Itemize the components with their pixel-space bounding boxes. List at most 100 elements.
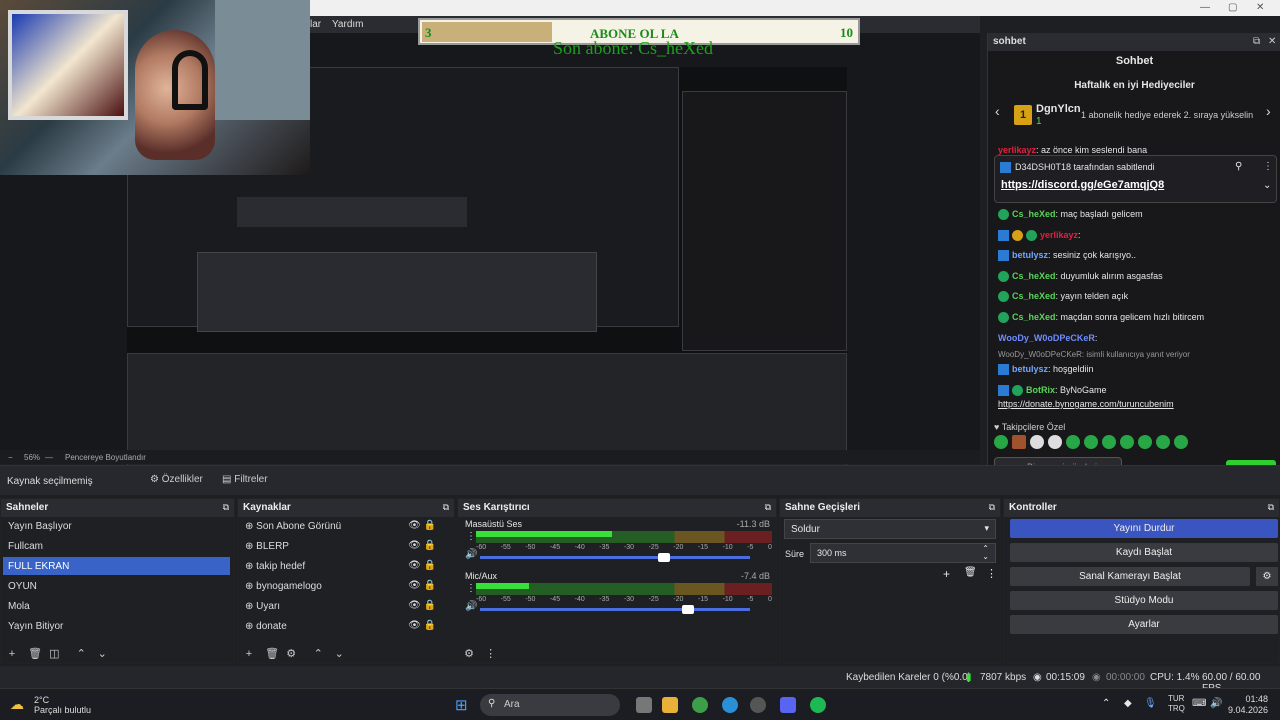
close-icon[interactable]: ✕ bbox=[1268, 36, 1276, 47]
chat-message: Cs_heXed: yayın telden açık bbox=[998, 291, 1128, 303]
move-up-icon[interactable]: ⌃ bbox=[76, 647, 86, 660]
scene-item[interactable]: Yayın Bitiyor bbox=[3, 617, 230, 635]
dock-menu-icon[interactable]: ⧉ bbox=[223, 502, 229, 513]
close-icon[interactable]: ✕ bbox=[1256, 2, 1264, 13]
source-item[interactable]: ⊕ bynogamelogo 👁 🔒 bbox=[240, 577, 450, 595]
chrome-icon[interactable] bbox=[692, 697, 708, 713]
dropped-frames: Kaybedilen Kareler 0 (%0.0) bbox=[846, 672, 972, 683]
minimize-icon[interactable]: — bbox=[1200, 2, 1210, 13]
studio-mode-button[interactable]: Stüdyo Modu bbox=[1010, 591, 1278, 610]
volume-knob[interactable] bbox=[657, 553, 670, 562]
scene-item[interactable]: Yayın Başlıyor bbox=[3, 517, 230, 535]
scene-item[interactable]: Fullcam bbox=[3, 537, 230, 555]
mixer-settings-icon[interactable]: ⚙ bbox=[464, 647, 474, 660]
obs-icon[interactable] bbox=[750, 697, 766, 713]
scene-item[interactable]: OYUN bbox=[3, 577, 230, 595]
chevron-right-icon[interactable]: › bbox=[1266, 103, 1271, 119]
tray-chevron-icon[interactable]: ⌃ bbox=[1102, 698, 1110, 709]
start-icon[interactable]: ⊞ bbox=[455, 696, 468, 714]
eye-icon[interactable]: 👁 🔒 bbox=[408, 540, 436, 551]
dock-menu-icon[interactable]: ⧉ bbox=[989, 502, 995, 513]
move-down-icon[interactable]: ⌄ bbox=[334, 647, 344, 660]
task-view-icon[interactable] bbox=[636, 697, 652, 713]
transition-select[interactable]: Soldur ▾ bbox=[784, 519, 996, 539]
source-item[interactable]: ⊕ Uyarı 👁 🔒 bbox=[240, 597, 450, 615]
volume-knob[interactable] bbox=[681, 605, 694, 614]
channel-menu-icon[interactable]: ⋮ bbox=[466, 583, 476, 594]
eye-icon[interactable]: 👁 🔒 bbox=[408, 600, 436, 611]
source-item[interactable]: ⊕ takip hedef 👁 🔒 bbox=[240, 557, 450, 575]
badge-icon bbox=[1000, 162, 1011, 173]
file-explorer-icon[interactable] bbox=[662, 697, 678, 713]
trash-icon[interactable]: 🗑 bbox=[964, 567, 977, 578]
start-virtual-camera-button[interactable]: Sanal Kamerayı Başlat bbox=[1010, 567, 1250, 586]
channel-menu-icon[interactable]: ⋮ bbox=[466, 531, 476, 542]
add-icon[interactable]: + bbox=[244, 648, 254, 660]
speaker-icon[interactable]: 🔊 bbox=[465, 601, 477, 612]
volume-icon[interactable]: 🔊 bbox=[1210, 698, 1222, 709]
scene-item-active[interactable]: FULL EKRAN bbox=[3, 557, 230, 575]
fit-to-window[interactable]: Pencereye Boyutlandır bbox=[65, 453, 146, 462]
gear-icon[interactable]: ⚙ bbox=[1256, 567, 1278, 586]
more-icon[interactable]: ⋮ bbox=[485, 647, 496, 660]
network-icon[interactable]: ⌨ bbox=[1192, 698, 1206, 709]
duration-input[interactable]: 300 ms ⌃ ⌄ bbox=[810, 543, 996, 563]
edge-icon[interactable] bbox=[722, 697, 738, 713]
maximize-icon[interactable]: ▢ bbox=[1228, 2, 1237, 13]
chevron-down-icon[interactable]: ⌄ bbox=[1263, 180, 1271, 191]
move-up-icon[interactable]: ⌃ bbox=[313, 647, 323, 660]
scene-item[interactable]: Mola bbox=[3, 597, 230, 615]
menu-item-help[interactable]: Yardım bbox=[332, 19, 364, 30]
source-item[interactable]: ⊕ donate 👁 🔒 bbox=[240, 617, 450, 635]
chat-message: betulysz: hoşgeldiin bbox=[998, 364, 1094, 376]
trash-icon[interactable]: 🗑 bbox=[28, 647, 42, 660]
tray-app-icon[interactable]: ◆ bbox=[1124, 698, 1132, 709]
last-subscriber-text: Son abone: Cs_heXed bbox=[553, 38, 713, 58]
eye-icon[interactable]: 👁 🔒 bbox=[408, 560, 436, 571]
rank-badge: 1 bbox=[1014, 105, 1032, 125]
add-icon[interactable]: + bbox=[7, 648, 17, 660]
signal-icon: ▮ bbox=[966, 672, 972, 683]
volume-slider[interactable] bbox=[480, 605, 750, 614]
more-icon[interactable]: ⋮ bbox=[986, 567, 997, 580]
spinner-icon[interactable]: ⌃ ⌄ bbox=[982, 545, 989, 561]
language-indicator[interactable]: TUR TRQ bbox=[1168, 694, 1185, 714]
eye-icon[interactable]: 👁 🔒 bbox=[408, 520, 436, 531]
filters-button[interactable]: ▤ Filtreler bbox=[222, 474, 268, 485]
clock[interactable]: 01:48 9.04.2026 bbox=[1228, 694, 1268, 716]
float-icon[interactable]: ⧉ bbox=[1253, 36, 1260, 47]
gear-icon[interactable]: ⚙ bbox=[286, 647, 296, 660]
properties-button[interactable]: ⚙ Özellikler bbox=[150, 474, 203, 485]
start-recording-button[interactable]: Kaydı Başlat bbox=[1010, 543, 1278, 562]
source-item[interactable]: ⊕ Son Abone Görünü 👁 🔒 bbox=[240, 517, 450, 535]
chevron-left-icon[interactable]: ‹ bbox=[995, 103, 1000, 119]
spotify-icon[interactable] bbox=[810, 697, 826, 713]
emote-bar[interactable] bbox=[994, 435, 1274, 451]
move-down-icon[interactable]: ⌄ bbox=[97, 647, 107, 660]
more-icon[interactable]: ⋮ bbox=[1263, 161, 1273, 172]
donate-link[interactable]: https://donate.bynogame.com/turuncubenim bbox=[998, 399, 1174, 409]
taskbar-search[interactable]: ⚲ Ara bbox=[480, 694, 620, 716]
source-icon: ⊕ bbox=[245, 601, 257, 612]
menu-item-partial[interactable]: lar bbox=[310, 19, 321, 30]
speaker-icon[interactable]: 🔊 bbox=[465, 549, 477, 560]
minus-icon[interactable]: − bbox=[8, 453, 13, 462]
discord-icon[interactable] bbox=[780, 697, 796, 713]
source-item[interactable]: ⊕ BLERP 👁 🔒 bbox=[240, 537, 450, 555]
stop-streaming-button[interactable]: Yayını Durdur bbox=[1010, 519, 1278, 538]
dock-menu-icon[interactable]: ⧉ bbox=[765, 502, 771, 513]
dock-menu-icon[interactable]: ⧉ bbox=[443, 502, 449, 513]
pinned-link[interactable]: https://discord.gg/eGe7amqjQ8 bbox=[1001, 179, 1164, 191]
trash-icon[interactable]: 🗑 bbox=[265, 647, 279, 660]
add-icon[interactable]: + bbox=[943, 567, 950, 581]
dock-menu-icon[interactable]: ⧉ bbox=[1268, 502, 1274, 513]
eye-icon[interactable]: 👁 🔒 bbox=[408, 620, 436, 631]
mic-tray-icon[interactable]: 🎙 bbox=[1144, 698, 1157, 709]
goal-current: 3 bbox=[425, 25, 432, 40]
weather-widget[interactable]: 2°C Parçalı bulutlu bbox=[34, 695, 91, 715]
pin-icon[interactable]: ⚲ bbox=[1235, 161, 1242, 172]
settings-button[interactable]: Ayarlar bbox=[1010, 615, 1278, 634]
volume-slider[interactable] bbox=[480, 553, 750, 562]
filter-icon[interactable]: ◫ bbox=[49, 647, 59, 660]
eye-icon[interactable]: 👁 🔒 bbox=[408, 580, 436, 591]
